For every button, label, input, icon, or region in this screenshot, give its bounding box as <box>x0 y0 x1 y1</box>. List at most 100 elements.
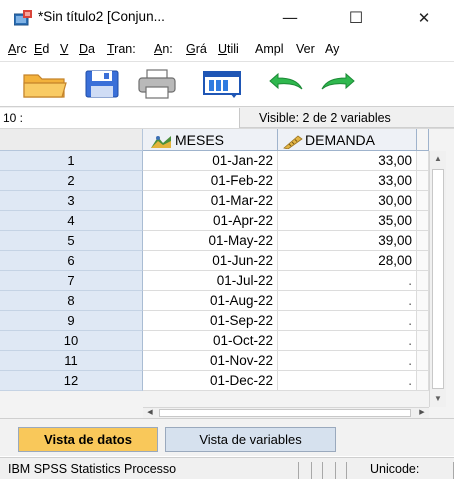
cell-demanda[interactable]: . <box>278 371 417 391</box>
cell-empty[interactable] <box>417 191 429 211</box>
horizontal-scrollbar[interactable]: ◀ ▶ <box>143 407 429 418</box>
status-segment <box>322 462 336 479</box>
scroll-up-icon[interactable]: ▲ <box>430 151 446 167</box>
cell-meses[interactable]: 01-Mar-22 <box>143 191 278 211</box>
cell-reference-field[interactable]: 10 : <box>0 108 240 128</box>
row-header[interactable]: 5 <box>0 231 143 251</box>
cell-meses[interactable]: 01-Nov-22 <box>143 351 278 371</box>
tab-data-view[interactable]: Vista de datos <box>18 427 158 452</box>
row-header[interactable]: 4 <box>0 211 143 231</box>
table-row: 1 01-Jan-22 33,00 <box>0 151 429 171</box>
encoding-status: Unicode: <box>370 462 420 476</box>
row-header[interactable]: 11 <box>0 351 143 371</box>
menu-analizar[interactable]: An: <box>154 42 173 56</box>
print-icon[interactable] <box>136 69 178 99</box>
row-header[interactable]: 3 <box>0 191 143 211</box>
column-header-demanda[interactable]: DEMANDA <box>278 129 417 151</box>
window-title: *Sin título2 [Conjun... <box>38 9 165 24</box>
menu-archivo[interactable]: Arc <box>8 42 27 56</box>
cell-demanda[interactable]: . <box>278 351 417 371</box>
maximize-button[interactable]: ☐ <box>336 4 376 32</box>
cell-empty[interactable] <box>417 251 429 271</box>
spss-app-icon[interactable] <box>13 10 32 26</box>
row-header[interactable]: 9 <box>0 311 143 331</box>
cell-empty[interactable] <box>417 211 429 231</box>
menu-editar[interactable]: Ed <box>34 42 49 56</box>
visible-variables-label: Visible: 2 de 2 variables <box>259 111 391 125</box>
menu-graficos[interactable]: Grá <box>186 42 207 56</box>
table-row: 10 01-Oct-22 . <box>0 331 429 351</box>
table-row: 12 01-Dec-22 . <box>0 371 429 391</box>
column-header-meses[interactable]: MESES <box>143 129 278 151</box>
scroll-down-icon[interactable]: ▼ <box>430 391 446 407</box>
cell-empty[interactable] <box>417 351 429 371</box>
cell-demanda[interactable]: 33,00 <box>278 171 417 191</box>
cell-meses[interactable]: 01-Dec-22 <box>143 371 278 391</box>
open-folder-icon[interactable] <box>22 69 68 99</box>
cell-empty[interactable] <box>417 371 429 391</box>
cell-meses[interactable]: 01-Jan-22 <box>143 151 278 171</box>
cell-empty[interactable] <box>417 291 429 311</box>
table-row: 9 01-Sep-22 . <box>0 311 429 331</box>
status-segment <box>298 462 312 479</box>
cell-meses[interactable]: 01-Jul-22 <box>143 271 278 291</box>
cell-meses[interactable]: 01-Aug-22 <box>143 291 278 311</box>
cell-demanda[interactable]: . <box>278 291 417 311</box>
save-icon[interactable] <box>82 69 122 99</box>
scroll-right-icon[interactable]: ▶ <box>415 408 429 418</box>
cell-demanda[interactable]: . <box>278 331 417 351</box>
menu-bar: Arc Ed V Da Tran: An: Grá Utili Ampl Ver… <box>0 36 454 62</box>
cell-empty[interactable] <box>417 331 429 351</box>
cell-demanda[interactable]: 35,00 <box>278 211 417 231</box>
cell-demanda[interactable]: . <box>278 271 417 291</box>
row-header[interactable]: 12 <box>0 371 143 391</box>
menu-utilidades[interactable]: Utili <box>218 42 239 56</box>
data-grid: MESES DEMANDA 1 01-Jan-22 33,00 2 01-Feb… <box>0 128 454 418</box>
menu-ampliaciones[interactable]: Ampl <box>255 42 283 56</box>
cell-meses[interactable]: 01-Oct-22 <box>143 331 278 351</box>
table-row: 7 01-Jul-22 . <box>0 271 429 291</box>
cell-demanda[interactable]: 30,00 <box>278 191 417 211</box>
cell-demanda[interactable]: 39,00 <box>278 231 417 251</box>
close-button[interactable]: ✕ <box>404 4 444 32</box>
grid-corner[interactable] <box>0 129 143 151</box>
menu-datos[interactable]: Da <box>79 42 95 56</box>
cell-meses[interactable]: 01-Sep-22 <box>143 311 278 331</box>
cell-empty[interactable] <box>417 231 429 251</box>
redo-icon[interactable] <box>318 69 360 99</box>
vertical-scroll-thumb[interactable] <box>432 169 444 389</box>
menu-ayuda[interactable]: Ay <box>325 42 339 56</box>
cell-demanda[interactable]: 28,00 <box>278 251 417 271</box>
cell-meses[interactable]: 01-Feb-22 <box>143 171 278 191</box>
tab-variable-view[interactable]: Vista de variables <box>165 427 336 452</box>
row-header[interactable]: 8 <box>0 291 143 311</box>
row-header[interactable]: 10 <box>0 331 143 351</box>
column-header-label: DEMANDA <box>305 132 376 148</box>
cell-demanda[interactable]: 33,00 <box>278 151 417 171</box>
cell-meses[interactable]: 01-Jun-22 <box>143 251 278 271</box>
menu-ver[interactable]: V <box>60 42 68 56</box>
menu-ventana[interactable]: Ver <box>296 42 315 56</box>
vertical-scrollbar[interactable]: ▲ ▼ <box>429 151 446 407</box>
row-header[interactable]: 2 <box>0 171 143 191</box>
toolbar <box>0 63 454 105</box>
cell-demanda[interactable]: . <box>278 311 417 331</box>
row-header[interactable]: 1 <box>0 151 143 171</box>
undo-icon[interactable] <box>264 69 306 99</box>
table-row: 3 01-Mar-22 30,00 <box>0 191 429 211</box>
minimize-button[interactable]: — <box>270 4 310 32</box>
cell-meses[interactable]: 01-May-22 <box>143 231 278 251</box>
scroll-left-icon[interactable]: ◀ <box>143 408 157 418</box>
row-header[interactable]: 6 <box>0 251 143 271</box>
cell-empty[interactable] <box>417 271 429 291</box>
horizontal-scroll-thumb[interactable] <box>159 409 411 417</box>
column-header-empty[interactable] <box>417 129 429 151</box>
cell-meses[interactable]: 01-Apr-22 <box>143 211 278 231</box>
table-row: 11 01-Nov-22 . <box>0 351 429 371</box>
dialog-recall-icon[interactable] <box>200 69 244 99</box>
cell-empty[interactable] <box>417 311 429 331</box>
menu-transformar[interactable]: Tran: <box>107 42 136 56</box>
cell-empty[interactable] <box>417 171 429 191</box>
cell-empty[interactable] <box>417 151 429 171</box>
row-header[interactable]: 7 <box>0 271 143 291</box>
